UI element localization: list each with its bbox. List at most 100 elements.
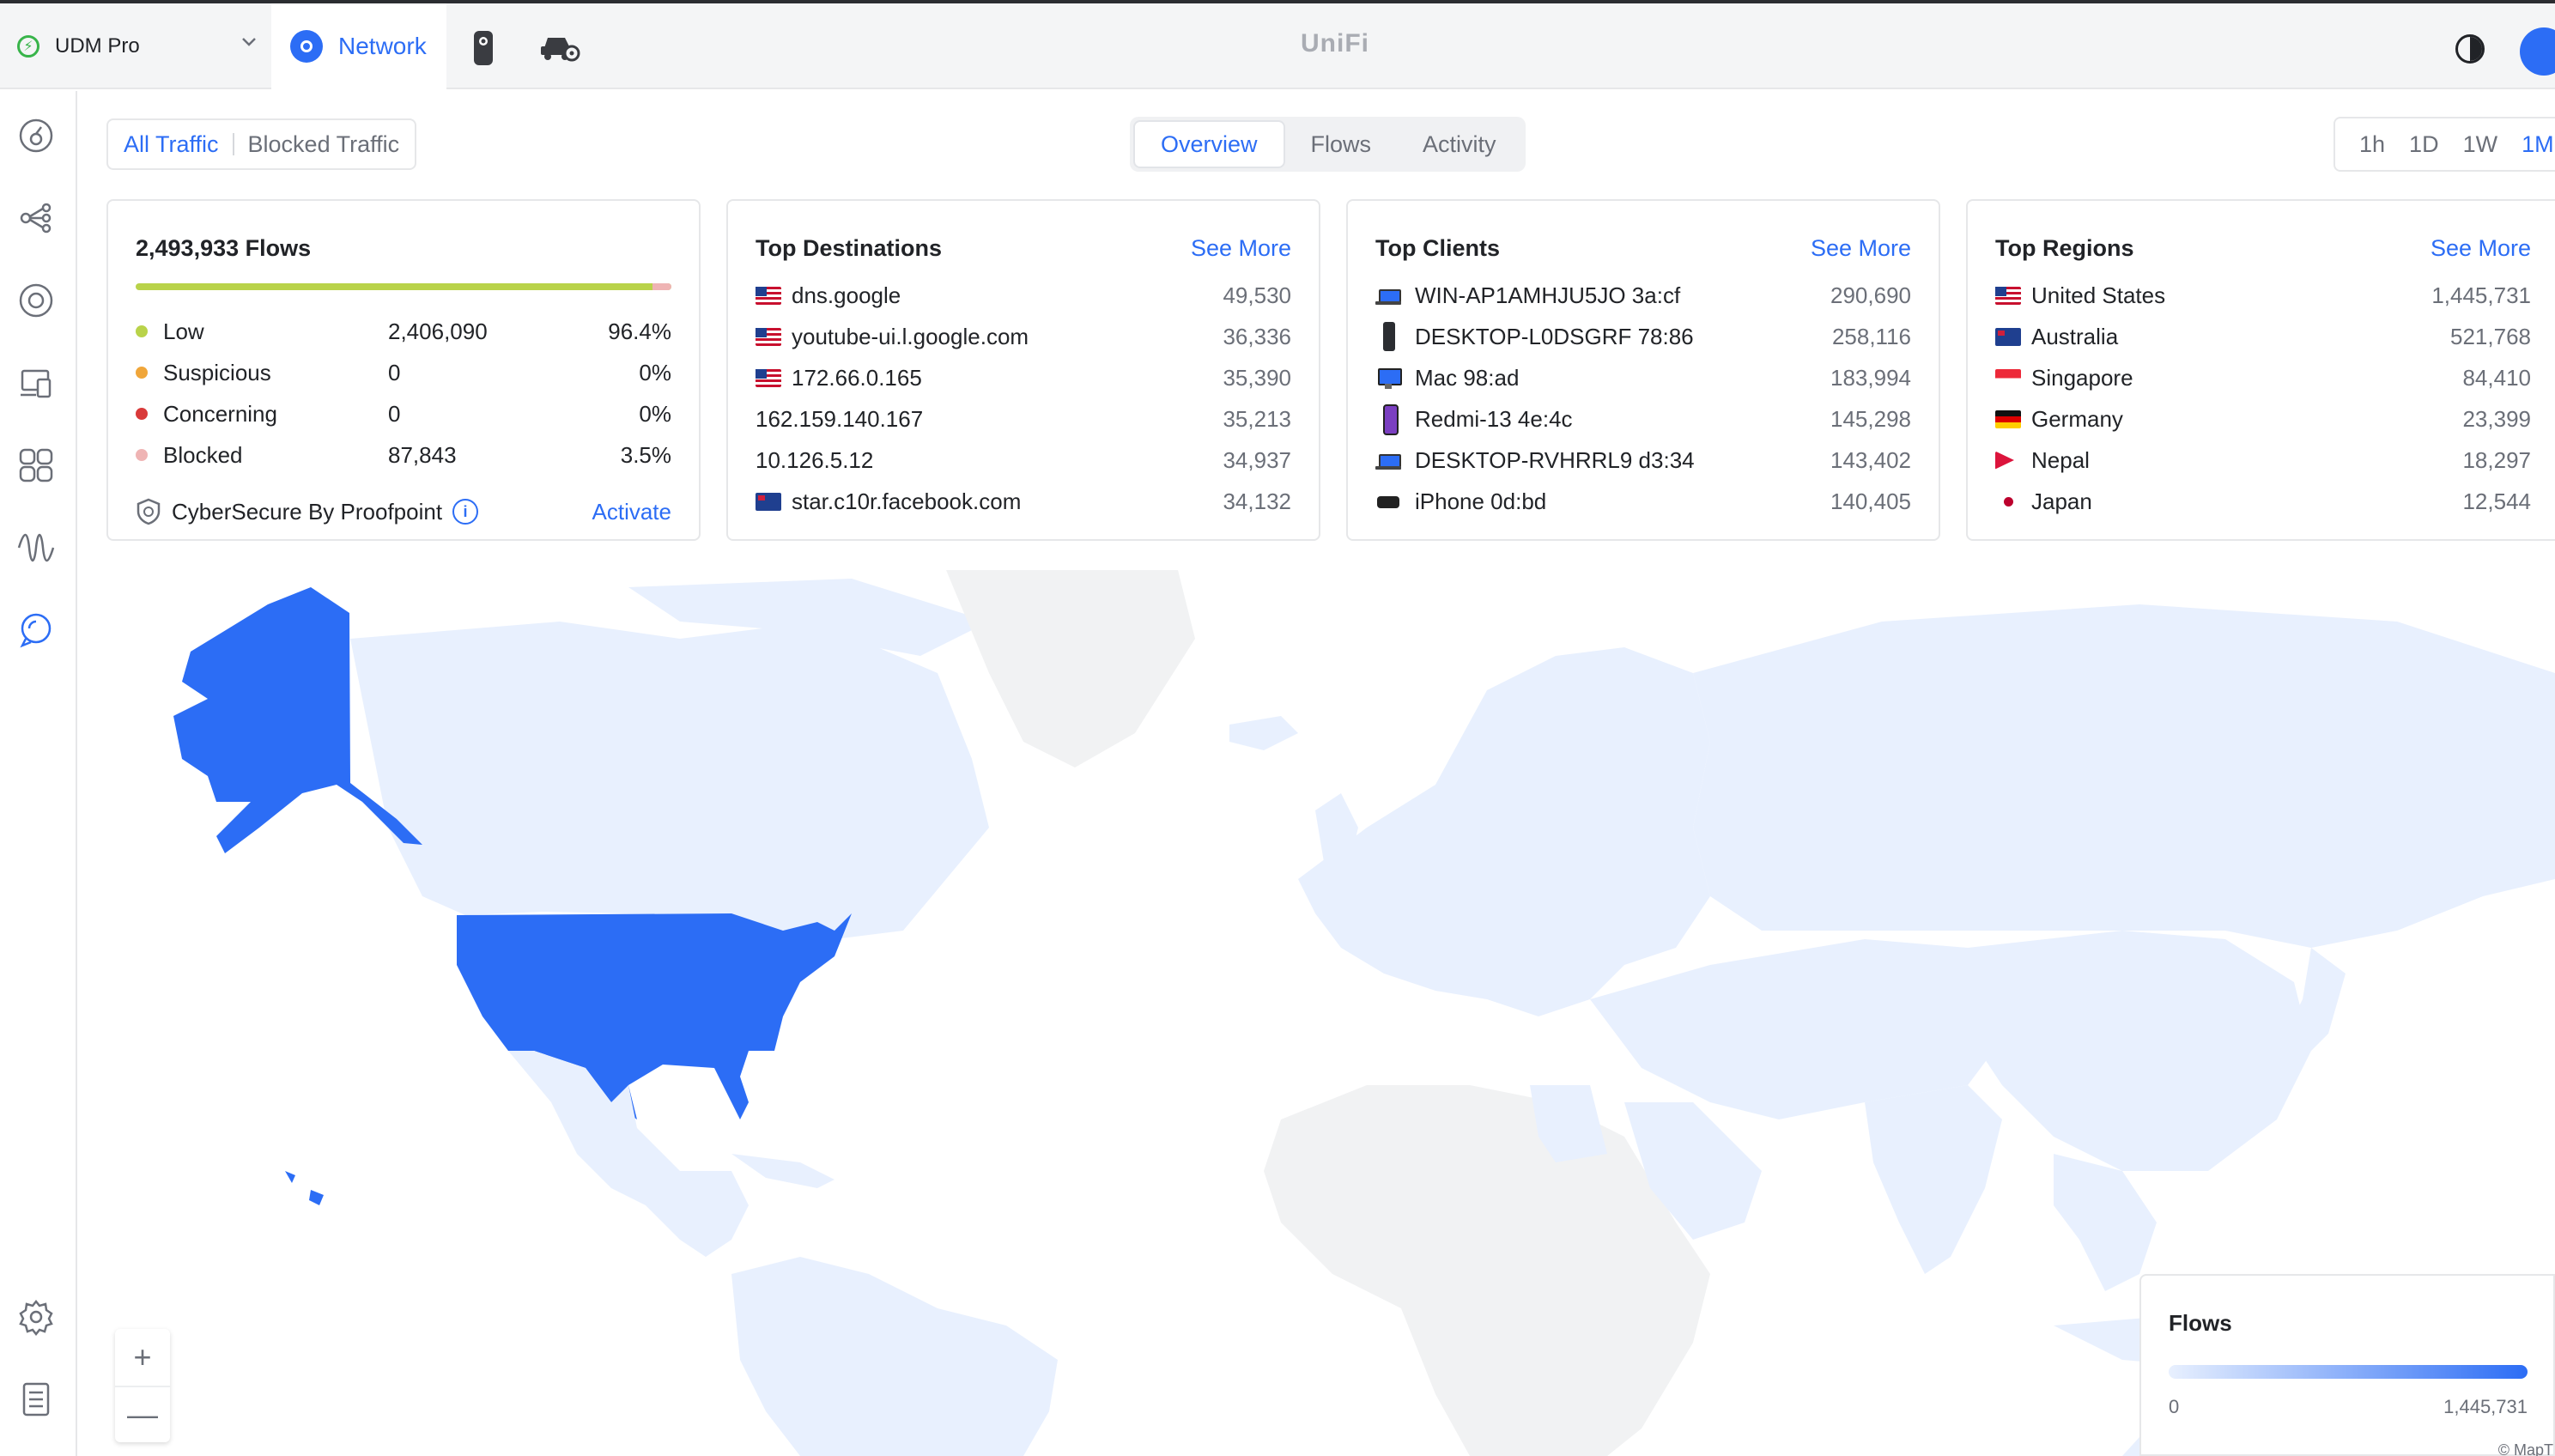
list-item[interactable]: star.c10r.facebook.com 34,132 (756, 481, 1291, 522)
protect-camera-icon[interactable] (470, 29, 496, 67)
blocked-traffic-button[interactable]: Blocked Traffic (248, 131, 400, 158)
flag-us-icon (1995, 286, 2021, 305)
logs-icon[interactable] (17, 1380, 55, 1418)
risk-label: Blocked (163, 441, 243, 468)
zoom-in-button[interactable]: + (115, 1329, 170, 1386)
card-title: Top Regions (1995, 235, 2134, 261)
risk-count: 87,843 (388, 441, 457, 468)
range-1w-button[interactable]: 1W (2451, 131, 2510, 158)
low-dot (136, 325, 148, 337)
risk-count: 2,406,090 (388, 318, 488, 344)
tower-icon (1375, 322, 1401, 351)
risk-percent: 0% (639, 359, 671, 385)
tab-network-label: Network (338, 33, 427, 59)
see-more-link[interactable]: See More (1191, 235, 1291, 262)
list-item[interactable]: youtube-ui.l.google.com 36,336 (756, 316, 1291, 357)
laptop-icon (1375, 451, 1401, 470)
info-icon[interactable]: i (452, 499, 479, 525)
range-1m-button[interactable]: 1M (2509, 131, 2555, 158)
item-label: Australia (1995, 324, 2450, 350)
list-item[interactable]: Redmi-13 4e:4c 145,298 (1375, 398, 1911, 440)
item-value: 35,213 (1223, 405, 1291, 432)
vehicle-gear-icon[interactable] (539, 29, 580, 64)
item-label: star.c10r.facebook.com (756, 488, 1223, 515)
list-item[interactable]: Singapore 84,410 (1995, 357, 2531, 398)
clients-list: WIN-AP1AMHJU5JO 3a:cf 290,690 DESKTOP-L0DS… (1375, 275, 1911, 522)
list-item[interactable]: dns.google 49,530 (756, 275, 1291, 316)
flag-au-icon (756, 492, 781, 511)
region-southeast-asia (2054, 1154, 2157, 1291)
list-item[interactable]: 162.159.140.167 35,213 (756, 398, 1291, 440)
flag-au-icon (1995, 327, 2021, 346)
tab-flows[interactable]: Flows (1285, 120, 1398, 168)
list-item[interactable]: Nepal 18,297 (1995, 440, 2531, 481)
activate-link[interactable]: Activate (592, 499, 672, 525)
topology-icon[interactable] (17, 199, 55, 237)
top-regions-card: Top Regions See More United States 1,445,… (1966, 199, 2555, 541)
map-attribution[interactable]: © MapT (2498, 1441, 2553, 1456)
list-item[interactable]: Japan 12,544 (1995, 481, 2531, 522)
item-name: 162.159.140.167 (756, 405, 924, 432)
item-value: 36,336 (1223, 323, 1291, 349)
item-name: DESKTOP-RVHRRL9 d3:34 (1415, 446, 1695, 473)
risk-label: Low (163, 318, 204, 344)
risk-row-low: Low 2,406,090 96.4% (136, 311, 671, 352)
apps-icon[interactable] (17, 446, 55, 484)
top-clients-card: Top Clients See More WIN-AP1AMHJU5JO 3a:… (1346, 199, 1940, 541)
item-value: 183,994 (1830, 364, 1911, 391)
list-item[interactable]: DESKTOP-RVHRRL9 d3:34 143,402 (1375, 440, 1911, 481)
settings-icon[interactable] (17, 1298, 55, 1336)
card-title: Top Destinations (756, 235, 943, 261)
list-item[interactable]: United States 1,445,731 (1995, 275, 2531, 316)
item-value: 18,297 (2462, 446, 2531, 473)
all-traffic-button[interactable]: All Traffic (124, 131, 219, 158)
item-value: 143,402 (1830, 446, 1911, 473)
clients-icon[interactable] (17, 364, 55, 402)
item-label: youtube-ui.l.google.com (756, 324, 1223, 350)
item-name: Germany (2031, 405, 2123, 432)
insights-icon[interactable] (17, 529, 55, 567)
item-value: 12,544 (2462, 488, 2531, 514)
avatar[interactable] (2520, 27, 2555, 76)
region-india (1865, 1085, 2002, 1274)
list-item[interactable]: WIN-AP1AMHJU5JO 3a:cf 290,690 (1375, 275, 1911, 316)
list-item[interactable]: Mac 98:ad 183,994 (1375, 357, 1911, 398)
item-label: 172.66.0.165 (756, 365, 1223, 391)
time-range-selector: 1h 1D 1W 1M (2333, 117, 2555, 172)
sidebar (0, 91, 77, 1456)
list-item[interactable]: Australia 521,768 (1995, 316, 2531, 357)
region-hawaii (285, 1171, 324, 1205)
device-selector[interactable]: ⚡ UDM Pro (17, 3, 258, 89)
view-tabs: Overview Flows Activity (1130, 117, 1526, 172)
list-item[interactable]: iPhone 0d:bd 140,405 (1375, 481, 1911, 522)
zoom-out-button[interactable]: — (115, 1386, 170, 1442)
item-name: Japan (2031, 488, 2092, 514)
theme-toggle-icon[interactable] (2455, 34, 2485, 64)
range-1d-button[interactable]: 1D (2397, 131, 2451, 158)
item-name: star.c10r.facebook.com (792, 488, 1022, 514)
tab-activity[interactable]: Activity (1397, 120, 1522, 168)
tab-network[interactable]: Network (271, 3, 446, 89)
region-greenland (946, 570, 1195, 767)
power-status-icon: ⚡ (17, 35, 39, 58)
flag-np-icon (1995, 451, 2014, 470)
tab-overview[interactable]: Overview (1133, 120, 1285, 168)
item-name: 172.66.0.165 (792, 364, 922, 391)
traffic-filter: All Traffic Blocked Traffic (106, 118, 417, 170)
flows-icon[interactable] (17, 611, 55, 649)
flag-sg-icon (1995, 368, 2021, 387)
region-usa (457, 913, 852, 1119)
region-south-america (731, 1257, 1058, 1456)
legend-gradient-bar (2169, 1365, 2528, 1379)
list-item[interactable]: DESKTOP-L0DSGRF 78:86 258,116 (1375, 316, 1911, 357)
see-more-link[interactable]: See More (2431, 235, 2531, 262)
dashboard-icon[interactable] (17, 117, 55, 155)
see-more-link[interactable]: See More (1811, 235, 1911, 262)
item-name: Nepal (2031, 446, 2090, 473)
list-item[interactable]: 172.66.0.165 35,390 (756, 357, 1291, 398)
devices-icon[interactable] (17, 282, 55, 319)
range-1h-button[interactable]: 1h (2347, 131, 2397, 158)
list-item[interactable]: Germany 23,399 (1995, 398, 2531, 440)
list-item[interactable]: 10.126.5.12 34,937 (756, 440, 1291, 481)
phone-icon (1375, 404, 1401, 435)
